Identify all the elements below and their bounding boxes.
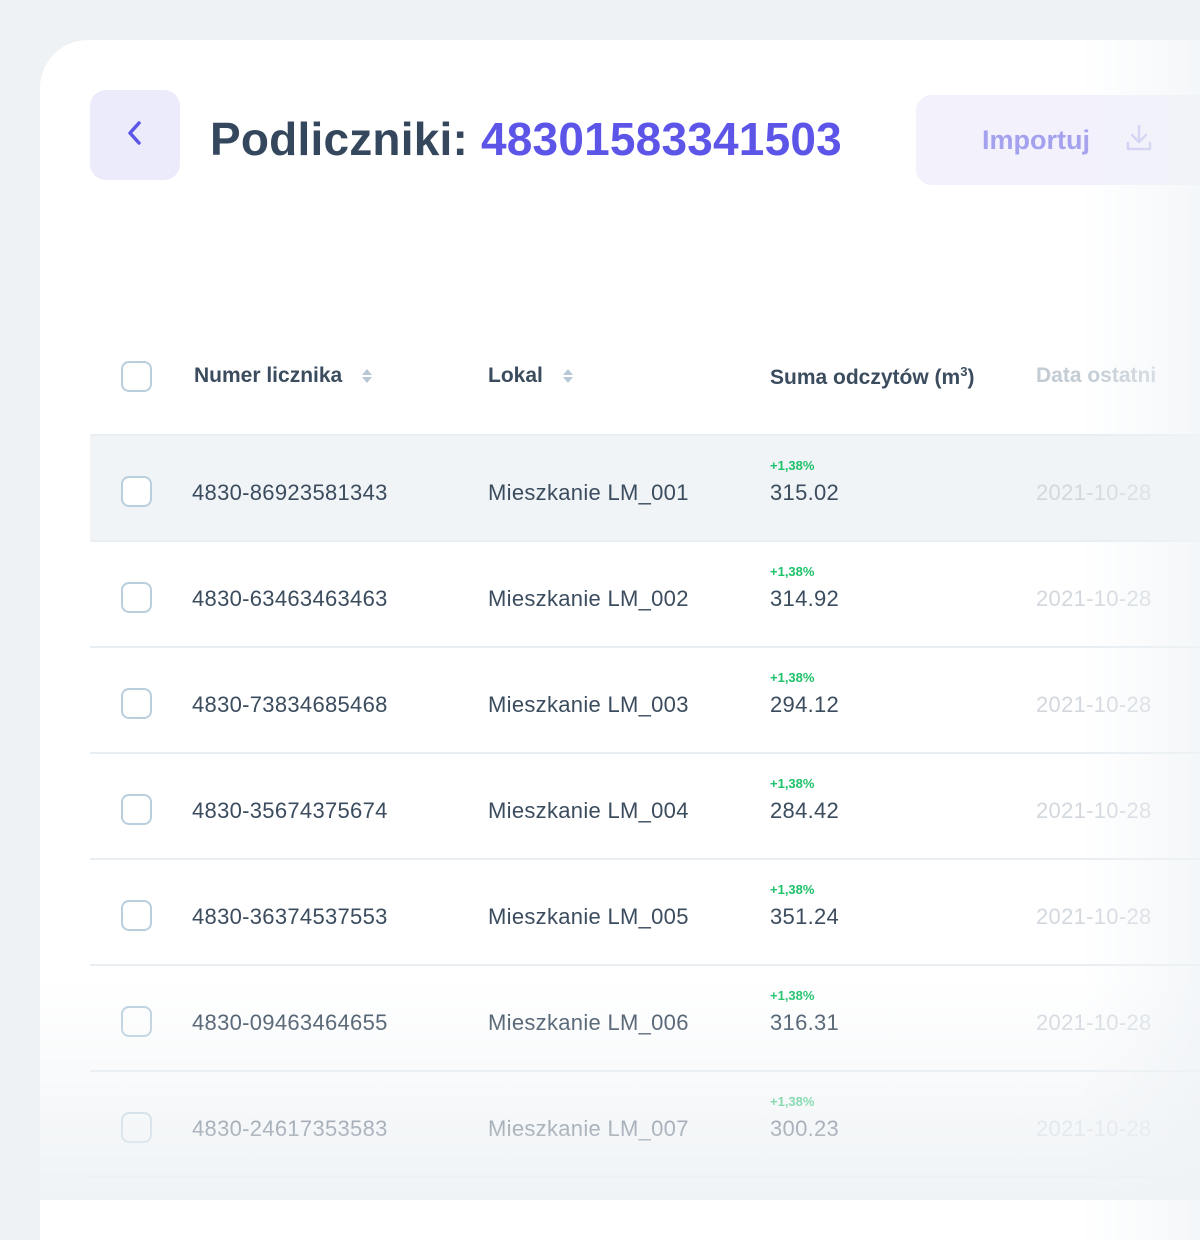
- page-title: Podliczniki: 48301583341503: [210, 112, 842, 166]
- meter-number: 4830-36374537553: [192, 904, 388, 929]
- unit-name: Mieszkanie LM_004: [488, 798, 689, 823]
- select-all-checkbox[interactable]: [121, 361, 152, 392]
- download-icon: [1124, 123, 1154, 158]
- unit-name: Mieszkanie LM_002: [488, 586, 689, 611]
- row-checkbox[interactable]: [121, 900, 152, 931]
- column-header-unit-label: Lokal: [488, 364, 543, 387]
- table-header: Numer licznika Lokal Suma odczytów (m3) …: [90, 330, 1200, 436]
- reading-sum: 294.12: [770, 692, 840, 717]
- page-title-prefix: Podliczniki:: [210, 113, 468, 165]
- content-card: Podliczniki: 48301583341503 Importuj Num…: [40, 40, 1200, 1240]
- column-header-sum-label: Suma odczytów (m3): [770, 364, 975, 389]
- table-row[interactable]: 4830-73834685468 Mieszkanie LM_003 +1,38% 2…: [90, 648, 1200, 754]
- table-row[interactable]: 4830-09463464655 Mieszkanie LM_006 +1,38% 3…: [90, 966, 1200, 1072]
- chevron-left-icon: [124, 118, 146, 153]
- meter-number: 4830-24617353583: [192, 1116, 388, 1141]
- last-reading-date: 2021-10-28: [1036, 1010, 1152, 1035]
- row-checkbox[interactable]: [121, 1112, 152, 1143]
- sort-icon[interactable]: [562, 369, 573, 383]
- submeters-table: Numer licznika Lokal Suma odczytów (m3) …: [90, 330, 1200, 1178]
- back-button[interactable]: [90, 90, 180, 180]
- last-reading-date: 2021-10-28: [1036, 1116, 1152, 1141]
- unit-name: Mieszkanie LM_003: [488, 692, 689, 717]
- reading-delta: +1,38%: [770, 670, 815, 685]
- import-button[interactable]: Importuj: [916, 95, 1200, 185]
- column-header-sum: Suma odczytów (m3): [770, 364, 974, 390]
- reading-delta: +1,38%: [770, 564, 815, 579]
- column-header-date: Data ostatni: [1036, 364, 1156, 388]
- unit-name: Mieszkanie LM_006: [488, 1010, 689, 1035]
- reading-delta: +1,38%: [770, 458, 815, 473]
- reading-delta: +1,38%: [770, 988, 815, 1003]
- last-reading-date: 2021-10-28: [1036, 586, 1152, 611]
- last-reading-date: 2021-10-28: [1036, 798, 1152, 823]
- meter-number: 4830-73834685468: [192, 692, 388, 717]
- reading-sum: 284.42: [770, 798, 840, 823]
- row-checkbox[interactable]: [121, 476, 152, 507]
- table-row[interactable]: 4830-35674375674 Mieszkanie LM_004 +1,38% 2…: [90, 754, 1200, 860]
- unit-name: Mieszkanie LM_001: [488, 480, 689, 505]
- reading-sum: 300.23: [770, 1116, 840, 1141]
- table-row[interactable]: 4830-86923581343 Mieszkanie LM_001 +1,38% 3…: [90, 436, 1200, 542]
- unit-name: Mieszkanie LM_007: [488, 1116, 689, 1141]
- reading-sum: 315.02: [770, 480, 840, 505]
- reading-sum: 316.31: [770, 1010, 840, 1035]
- page-title-meter-id: 48301583341503: [480, 113, 842, 165]
- column-header-unit[interactable]: Lokal: [488, 364, 573, 388]
- last-reading-date: 2021-10-28: [1036, 904, 1152, 929]
- table-row[interactable]: 4830-24617353583 Mieszkanie LM_007 +1,38% 3…: [90, 1072, 1200, 1178]
- column-header-meter-label: Numer licznika: [194, 364, 343, 387]
- unit-name: Mieszkanie LM_005: [488, 904, 689, 929]
- meter-number: 4830-86923581343: [192, 480, 388, 505]
- table-row[interactable]: 4830-36374537553 Mieszkanie LM_005 +1,38% 3…: [90, 860, 1200, 966]
- row-checkbox[interactable]: [121, 582, 152, 613]
- last-reading-date: 2021-10-28: [1036, 480, 1152, 505]
- reading-delta: +1,38%: [770, 882, 815, 897]
- import-button-label: Importuj: [982, 124, 1090, 155]
- row-checkbox[interactable]: [121, 1006, 152, 1037]
- row-checkbox[interactable]: [121, 688, 152, 719]
- table-body: 4830-86923581343 Mieszkanie LM_001 +1,38% 3…: [90, 436, 1200, 1178]
- meter-number: 4830-63463463463: [192, 586, 388, 611]
- reading-delta: +1,38%: [770, 1094, 815, 1109]
- column-header-date-label: Data ostatni: [1036, 364, 1157, 387]
- table-row[interactable]: 4830-63463463463 Mieszkanie LM_002 +1,38% 3…: [90, 542, 1200, 648]
- column-header-meter[interactable]: Numer licznika: [194, 364, 373, 388]
- meter-number: 4830-09463464655: [192, 1010, 388, 1035]
- reading-sum: 351.24: [770, 904, 840, 929]
- sort-icon[interactable]: [362, 369, 373, 383]
- last-reading-date: 2021-10-28: [1036, 692, 1152, 717]
- meter-number: 4830-35674375674: [192, 798, 388, 823]
- row-checkbox[interactable]: [121, 794, 152, 825]
- reading-delta: +1,38%: [770, 776, 815, 791]
- reading-sum: 314.92: [770, 586, 840, 611]
